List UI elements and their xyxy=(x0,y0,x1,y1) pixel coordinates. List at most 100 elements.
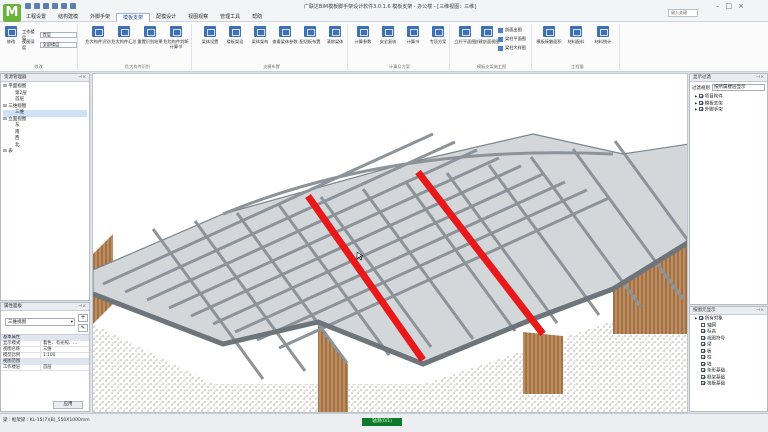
new-file-icon[interactable] xyxy=(25,3,31,9)
ribbon-tab[interactable]: 视图观察 xyxy=(182,13,214,22)
ribbon-button[interactable]: 查看梁体参数 xyxy=(272,26,298,44)
ribbon-button[interactable]: 危大构件识别 xyxy=(85,26,111,44)
maximize-icon[interactable]: □ xyxy=(726,2,733,10)
ribbon-tabs: 工程设置 结构建模 外脚手架 模板支架 配模设计 视图观察 管理工具 帮助 xyxy=(20,13,268,22)
3d-model-canvas[interactable] xyxy=(93,74,688,413)
property-value[interactable]: 1:100 xyxy=(41,353,89,358)
ribbon-tab[interactable]: 模板支架 xyxy=(116,13,151,22)
filter-checkbox[interactable] xyxy=(701,361,705,366)
minimize-icon[interactable]: – xyxy=(716,2,720,10)
apply-button[interactable]: 应用 xyxy=(53,401,83,409)
view-depth-select[interactable]: 全部楼层 xyxy=(39,42,77,48)
filter-checkbox[interactable] xyxy=(701,381,705,385)
filter-rule-select[interactable]: 按所属楼层显示 xyxy=(712,84,765,91)
property-value[interactable]: 首层 xyxy=(41,365,89,370)
tree-item[interactable]: ⊟ 表 xyxy=(3,149,87,156)
filter-item-label: 框架基础 xyxy=(707,375,725,380)
ribbon-button[interactable]: 梁体设置 xyxy=(197,26,223,44)
ribbon-tab[interactable]: 配模设计 xyxy=(150,13,182,22)
ribbon-button[interactable]: 安全复核 xyxy=(375,26,401,44)
filter-checkbox[interactable] xyxy=(698,100,703,105)
type-selector[interactable]: 三维视图 ▾ xyxy=(5,318,75,326)
ribbon-group-identify: 危大构件识别 危大构件汇总 重置识别结果 危险构件判断计算书 危大构件识别 xyxy=(84,24,192,70)
resource-manager-panel: 资源管理器 ⊣× ⊟ 平面视图 第2层 首层 ⊟ 三维视图 三维 ⊟ 立面视图东南西北 ⊟ … xyxy=(0,73,90,301)
ribbon-button[interactable]: 配切板布置 xyxy=(297,26,323,44)
redo-icon[interactable] xyxy=(70,3,76,9)
tree-item-label: 东 xyxy=(15,123,20,128)
ribbon-button[interactable]: 材料统计 xyxy=(590,26,616,44)
open-file-icon[interactable] xyxy=(34,3,40,9)
search-box[interactable]: 键入关键 xyxy=(668,9,698,17)
ribbon-small-button[interactable]: 剖面出图 xyxy=(498,27,522,33)
view-depth-row: 视图深度 全部楼层 xyxy=(22,39,77,51)
status-bar: 梁 : 框架梁 : KL-15(7)(B)_550X1000mm 轴测(0/1) xyxy=(0,413,768,432)
tree-item-label: 立面视图 xyxy=(8,116,27,122)
ribbon-button[interactable]: 模板接触面积 xyxy=(536,26,562,44)
tree-item-label: 表 xyxy=(8,149,13,154)
ribbon-small-button[interactable]: 梁柱平面图 xyxy=(498,36,526,42)
ribbon-button[interactable]: 梁体架构 xyxy=(247,26,273,44)
filter-checkbox[interactable] xyxy=(701,342,705,346)
view-mode-indicator[interactable]: 轴测(0/1) xyxy=(362,418,402,426)
property-value[interactable]: 着色、有光照、... xyxy=(41,341,89,346)
properties-title: 属性面板 xyxy=(4,304,22,309)
filter-checkbox[interactable] xyxy=(701,374,705,379)
ribbon-button-label: 模板接触面积 xyxy=(536,39,562,44)
ribbon-button-label: 危大构件汇总 xyxy=(111,39,137,44)
ribbon-tab[interactable]: 结构建模 xyxy=(52,13,84,22)
tool-icon xyxy=(382,26,394,37)
filter-checkbox[interactable] xyxy=(701,335,705,340)
property-value[interactable]: 三维 xyxy=(41,347,89,352)
filter-item-label: 条形基础 xyxy=(707,368,725,374)
ribbon-group-calc: 计算参数 安全复核 计算书 专项方案 计算及方案 xyxy=(350,24,450,70)
tree-item-label: 首层 xyxy=(15,97,24,102)
undo-icon[interactable] xyxy=(61,3,67,9)
work-floor-select[interactable]: 首层 xyxy=(39,32,77,38)
ribbon-tab[interactable]: 工程设置 xyxy=(20,13,52,22)
add-type-icon[interactable]: + xyxy=(78,314,88,322)
ribbon-button[interactable]: 计算书 xyxy=(400,26,426,44)
tool-icon xyxy=(570,26,582,37)
edit-type-icon[interactable]: ✎ xyxy=(78,324,88,332)
pin-icon[interactable]: ⊣× xyxy=(78,303,86,311)
filter-checkbox[interactable] xyxy=(698,316,703,320)
pin-icon[interactable]: ⊣× xyxy=(756,307,764,315)
save-icon[interactable] xyxy=(43,3,49,9)
ribbon-tab[interactable]: 外脚手架 xyxy=(84,13,116,22)
ribbon-tab[interactable]: 帮助 xyxy=(246,13,268,22)
ribbon-button[interactable]: 危险构件判断计算书 xyxy=(163,26,189,49)
select-button[interactable]: 修改 xyxy=(1,26,21,44)
filter-checkbox[interactable] xyxy=(701,329,705,333)
property-key: 视图名称 xyxy=(1,347,41,352)
object-filter-title: 按图元显示 xyxy=(693,308,716,313)
type-selector-area: 三维视图 ▾ + ✎ xyxy=(1,311,89,335)
ribbon-small-label: 剖面出图 xyxy=(505,27,522,32)
ribbon-button[interactable]: 危大构件汇总 xyxy=(111,26,137,44)
filter-checkbox[interactable] xyxy=(698,107,703,111)
ribbon-button[interactable]: 计算参数 xyxy=(350,26,376,44)
ribbon-button[interactable]: 专项方案 xyxy=(425,26,451,44)
ribbon-button[interactable]: 重置识别结果 xyxy=(137,26,163,44)
filter-checkbox[interactable] xyxy=(701,348,705,353)
pin-icon[interactable]: ⊣× xyxy=(78,74,86,82)
print-icon[interactable] xyxy=(52,3,58,9)
filter-checkbox[interactable] xyxy=(698,94,703,98)
pin-icon[interactable]: ⊣× xyxy=(756,74,764,82)
close-icon[interactable]: × xyxy=(738,2,744,10)
ribbon-button[interactable]: 创建剖面视图 xyxy=(474,26,500,44)
ribbon-button-label: 梁体设置 xyxy=(201,39,219,44)
filter-item-label: 视图符号 xyxy=(707,336,725,341)
filter-checkbox[interactable] xyxy=(701,355,705,359)
ribbon-button-label: 危大构件识别 xyxy=(85,39,111,44)
ribbon-button[interactable]: 清除梁体 xyxy=(322,26,348,44)
ribbon-button-label: 配切板布置 xyxy=(299,39,321,44)
filter-checkbox[interactable] xyxy=(701,322,705,327)
ribbon-button[interactable]: 材料配料 xyxy=(563,26,589,44)
ribbon-small-button[interactable]: 梁柱大样图 xyxy=(498,45,526,51)
filter-checkbox[interactable] xyxy=(701,368,705,372)
3d-viewport[interactable] xyxy=(92,73,688,413)
ribbon-button[interactable]: 楼板架设 xyxy=(222,26,248,44)
ribbon-tab[interactable]: 管理工具 xyxy=(214,13,246,22)
ribbon-group-layout: 梁体设置 楼板架设 梁体架构 查看梁体参数 配切板布置 清除梁体 支模布置 xyxy=(196,24,348,70)
tool-icon xyxy=(118,26,130,37)
